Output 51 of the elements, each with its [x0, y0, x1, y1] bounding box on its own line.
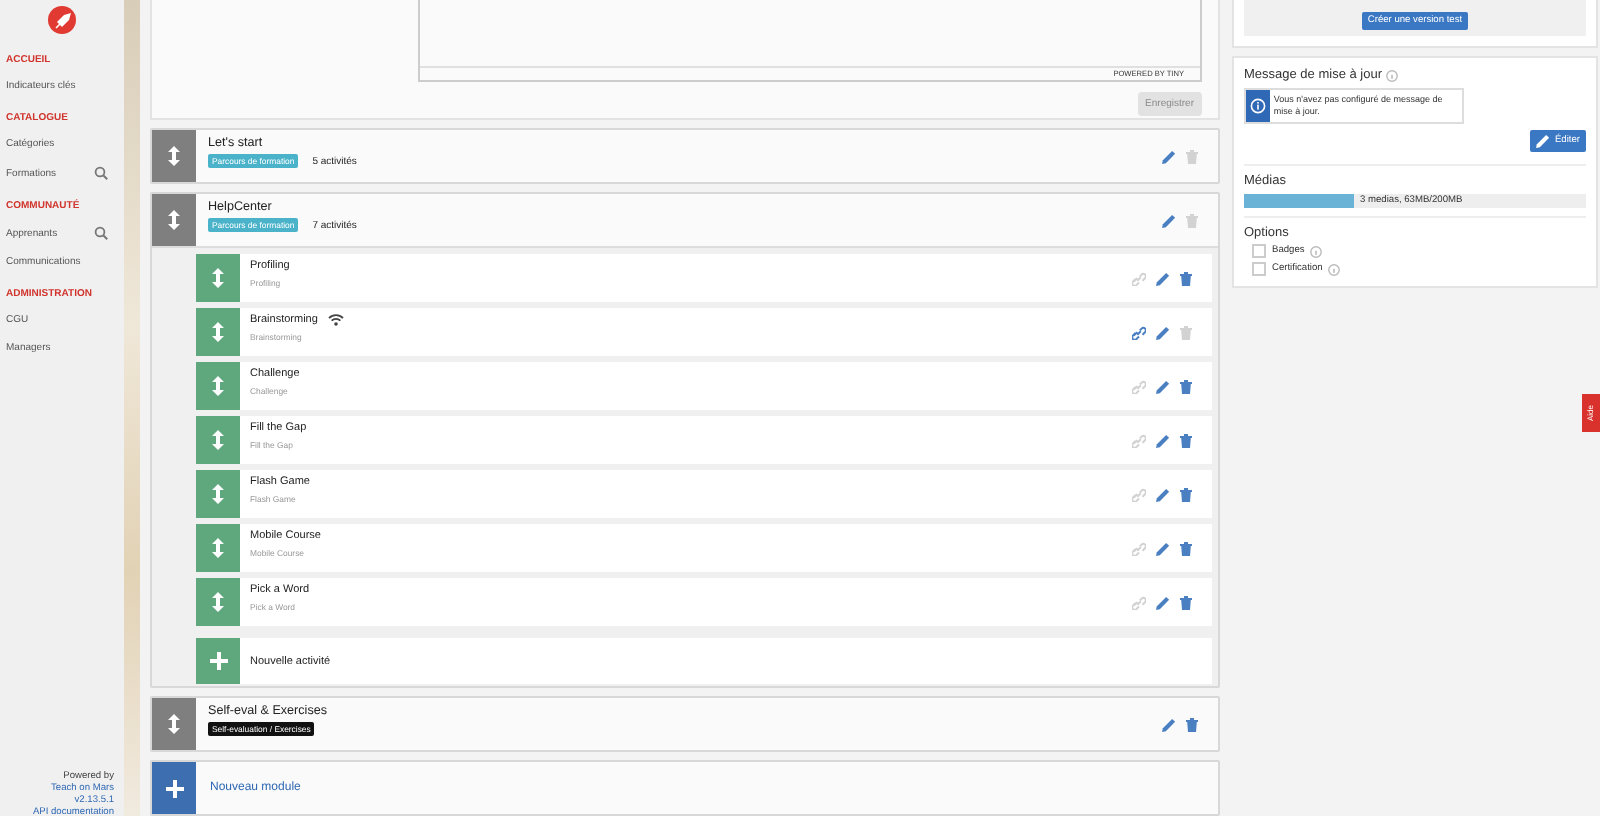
- arrow-icon[interactable]: [168, 714, 180, 734]
- pencil-icon[interactable]: [1156, 487, 1170, 501]
- drag-handle[interactable]: [152, 130, 196, 182]
- info-icon: [1249, 98, 1266, 114]
- drag-handle[interactable]: [196, 254, 240, 302]
- arrow-icon[interactable]: [212, 538, 224, 558]
- drag-handle[interactable]: [196, 470, 240, 518]
- help-icon: [1310, 245, 1323, 257]
- help-icon: [1328, 263, 1341, 275]
- drag-handle[interactable]: [196, 308, 240, 356]
- pencil-icon[interactable]: [1156, 325, 1170, 339]
- drag-handle[interactable]: [152, 698, 196, 750]
- arrow-icon[interactable]: [212, 430, 224, 450]
- link-icon[interactable]: [1132, 326, 1146, 340]
- pencil-icon[interactable]: [1162, 149, 1176, 163]
- checkbox[interactable]: [1252, 244, 1266, 258]
- pencil-icon[interactable]: [1156, 379, 1170, 393]
- pencil-icon[interactable]: [1162, 213, 1176, 227]
- arrow-icon[interactable]: [168, 146, 180, 166]
- arrow-icon[interactable]: [212, 592, 224, 612]
- pencil-icon[interactable]: [1156, 433, 1170, 447]
- arrow-icon[interactable]: [212, 376, 224, 396]
- trash-icon[interactable]: [1180, 488, 1192, 502]
- drag-handle[interactable]: [196, 578, 240, 626]
- pencil-icon[interactable]: [1162, 717, 1176, 731]
- search-icon[interactable]: [94, 166, 108, 180]
- help-icon: [1386, 69, 1399, 81]
- pencil-icon[interactable]: [1156, 595, 1170, 609]
- drag-handle[interactable]: [196, 362, 240, 410]
- drag-handle[interactable]: [152, 194, 196, 246]
- arrow-icon[interactable]: [212, 484, 224, 504]
- rocket-logo-icon: [48, 6, 76, 34]
- arrow-icon[interactable]: [212, 268, 224, 288]
- wifi-icon: [327, 314, 344, 326]
- trash-icon[interactable]: [1180, 434, 1192, 448]
- drag-handle[interactable]: [196, 416, 240, 464]
- pencil-icon[interactable]: [1156, 271, 1170, 285]
- pencil-icon[interactable]: [1156, 541, 1170, 555]
- trash-icon[interactable]: [1180, 542, 1192, 556]
- trash-icon[interactable]: [1180, 272, 1192, 286]
- checkbox[interactable]: [1252, 262, 1266, 276]
- trash-icon[interactable]: [1186, 718, 1198, 732]
- search-icon[interactable]: [94, 226, 108, 240]
- arrow-icon[interactable]: [212, 322, 224, 342]
- plus-icon: [209, 652, 227, 670]
- arrow-icon[interactable]: [168, 210, 180, 230]
- trash-icon[interactable]: [1180, 596, 1192, 610]
- pencil-icon[interactable]: [1536, 134, 1551, 148]
- drag-handle[interactable]: [196, 524, 240, 572]
- trash-icon[interactable]: [1180, 380, 1192, 394]
- plus-icon: [165, 779, 183, 797]
